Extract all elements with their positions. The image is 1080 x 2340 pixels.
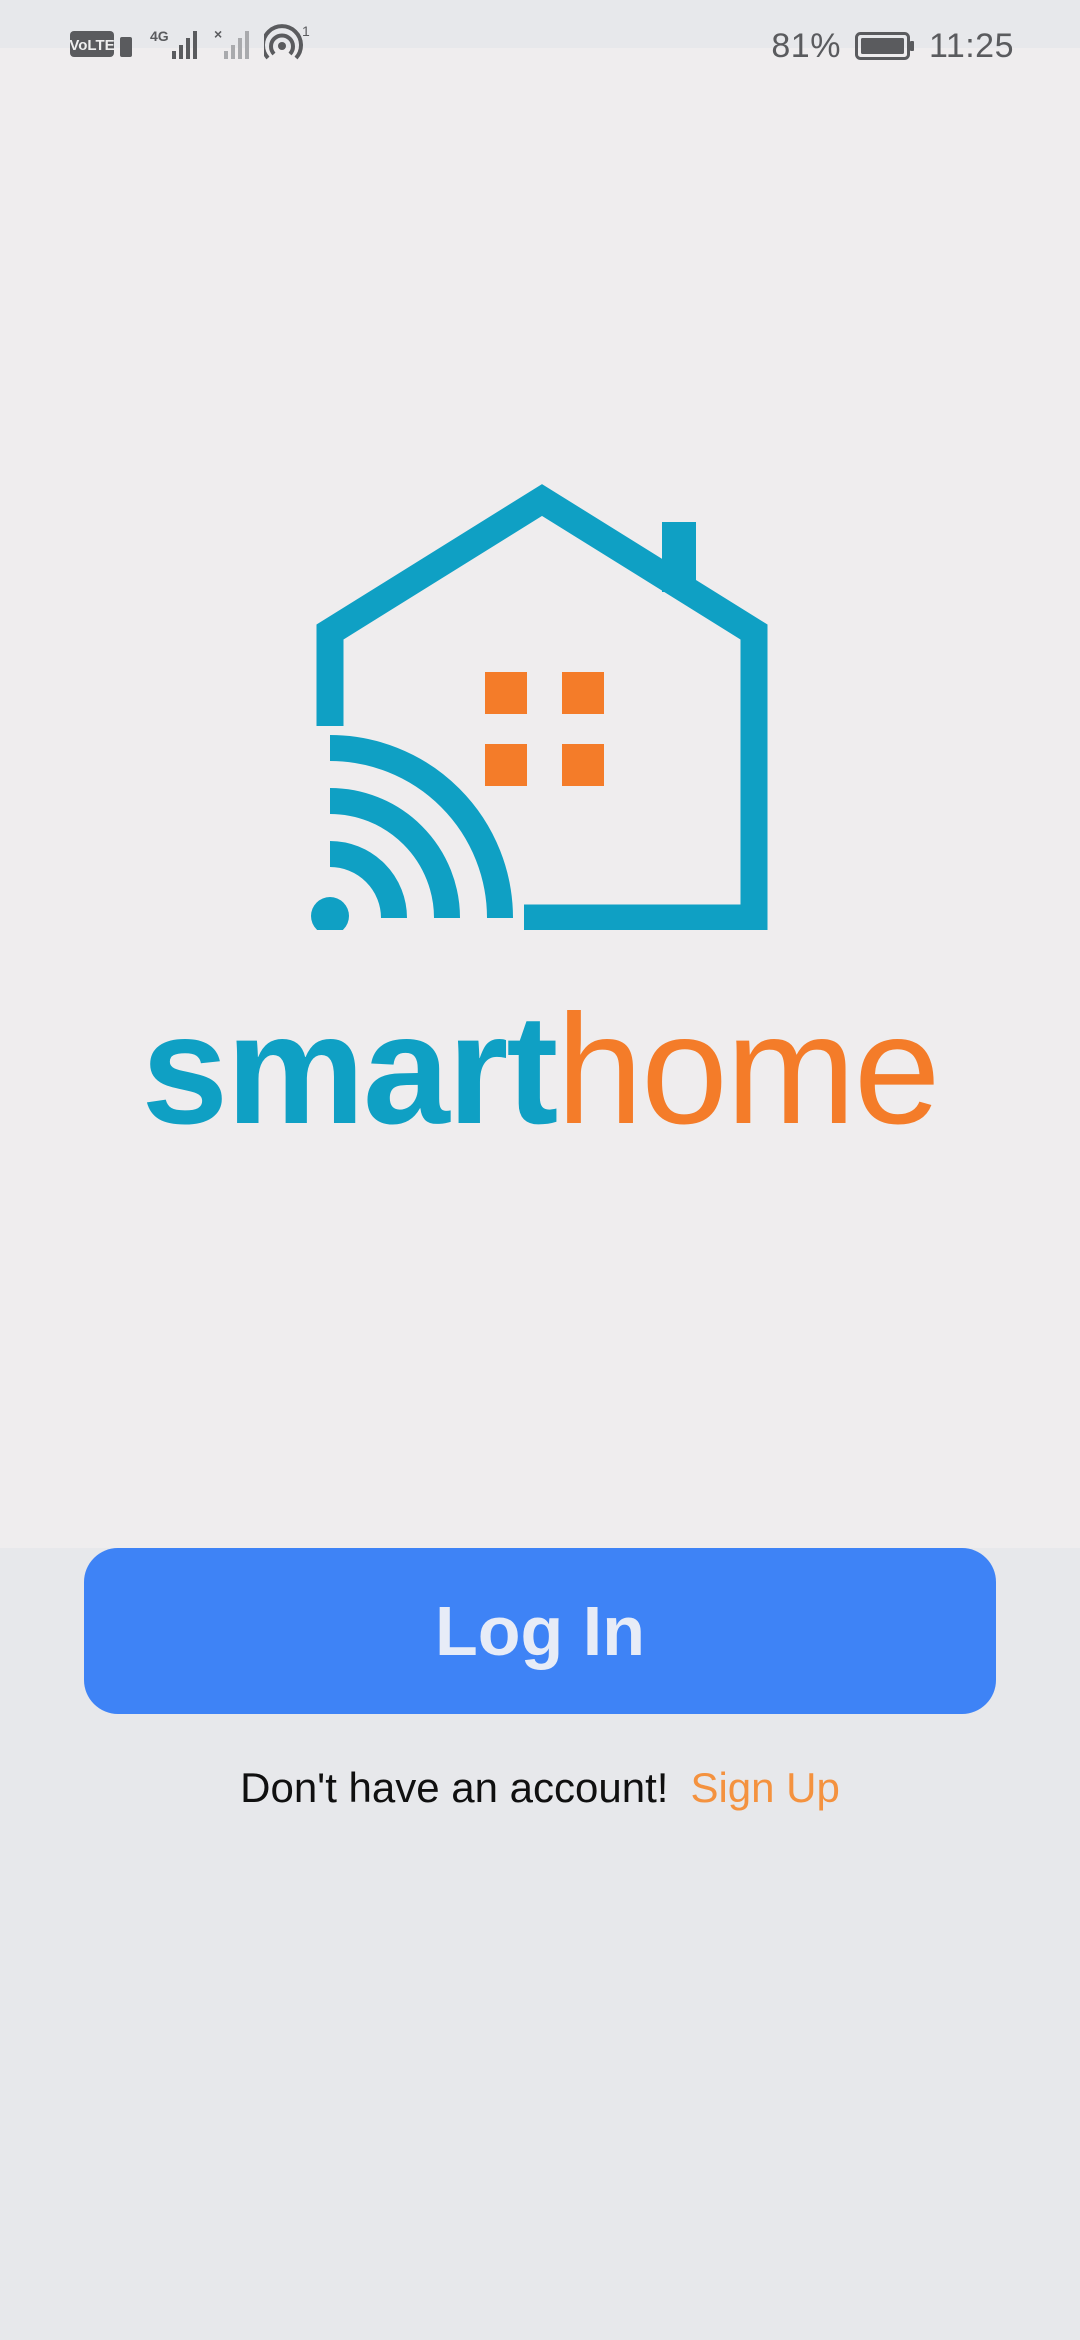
volte-label: VoLTE <box>70 37 115 54</box>
volte-icon: VoLTE <box>70 31 132 57</box>
battery-percent: 81% <box>771 26 841 65</box>
svg-text:×: × <box>214 27 222 42</box>
wifi-signal-icon <box>311 735 513 935</box>
signal-off-icon: × <box>214 27 249 59</box>
signup-prompt: Don't have an account! <box>240 1764 669 1811</box>
signal-icon: 4G <box>150 28 197 59</box>
wordmark-primary: smart <box>141 983 558 1157</box>
clock: 11:25 <box>928 26 1014 65</box>
status-bar: VoLTE 4G × 1 81% 11:25 <box>0 0 1080 65</box>
app-wordmark: smarthome <box>0 990 1080 1150</box>
status-right-group: 81% 11:25 <box>771 24 1014 68</box>
signup-row: Don't have an account! Sign Up <box>0 1764 1080 1812</box>
status-left-group: VoLTE 4G × 1 <box>70 24 312 64</box>
app-logo <box>0 470 1080 935</box>
battery-icon <box>854 32 914 60</box>
hotspot-count: 1 <box>302 24 310 39</box>
network-label: 4G <box>150 28 169 44</box>
hotspot-icon: 1 <box>264 24 310 60</box>
signup-link[interactable]: Sign Up <box>690 1764 839 1811</box>
login-button-label: Log In <box>435 1592 645 1670</box>
window-icon <box>485 672 604 786</box>
login-button[interactable]: Log In <box>84 1548 996 1714</box>
wordmark-secondary: home <box>556 983 940 1157</box>
house-outline-icon <box>316 484 768 932</box>
